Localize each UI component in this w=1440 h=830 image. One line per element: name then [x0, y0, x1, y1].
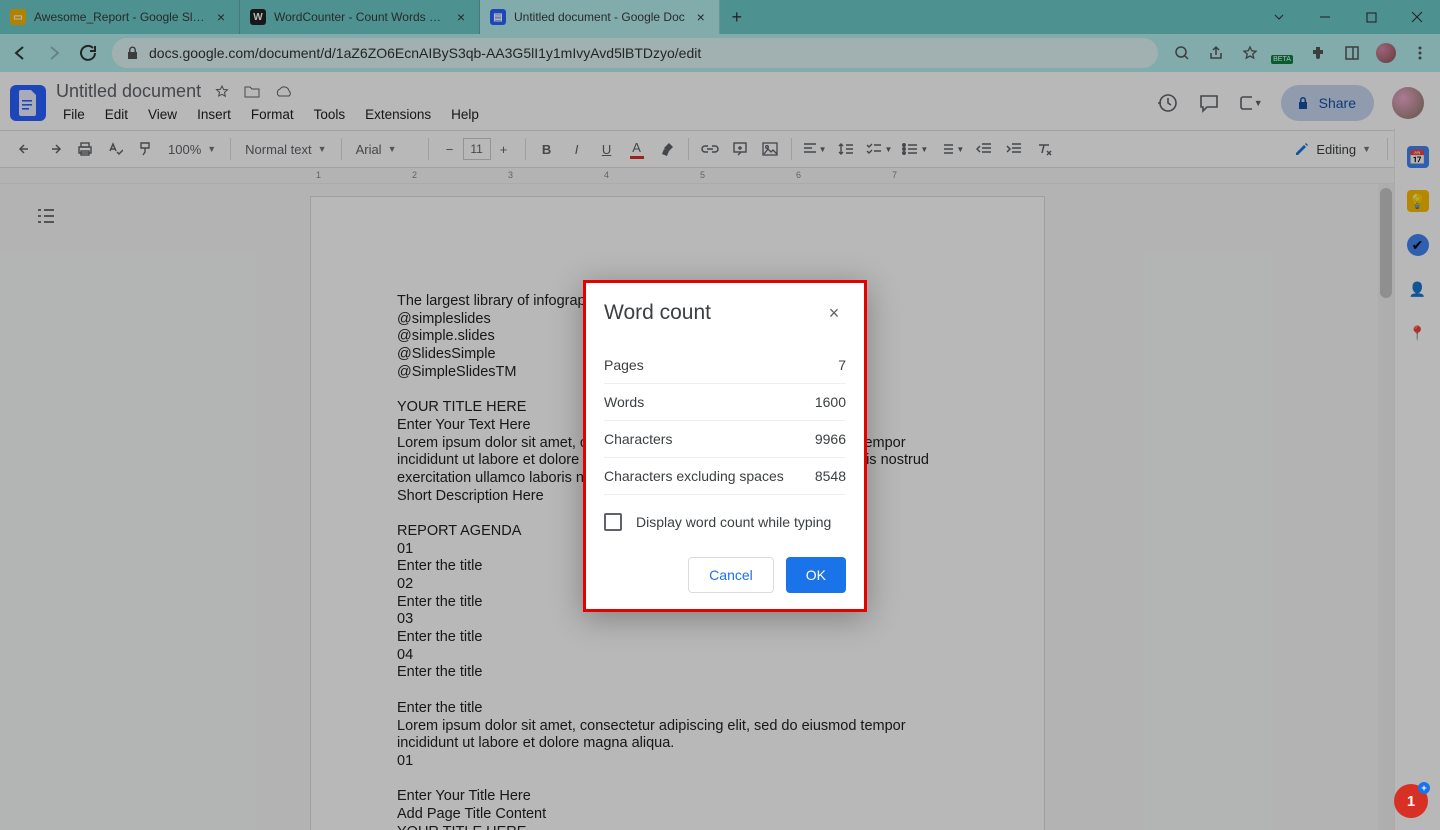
stat-label: Pages: [604, 357, 644, 373]
stat-value: 8548: [815, 468, 846, 484]
dialog-close-icon[interactable]: ×: [822, 303, 846, 324]
word-count-stat-row: Words 1600: [604, 384, 846, 421]
word-count-stat-row: Characters 9966: [604, 421, 846, 458]
chat-notification-badge[interactable]: 1 +: [1394, 784, 1428, 818]
word-count-stat-row: Characters excluding spaces 8548: [604, 458, 846, 495]
stat-value: 7: [838, 357, 846, 373]
cancel-button[interactable]: Cancel: [688, 557, 774, 593]
stat-label: Characters: [604, 431, 672, 447]
ok-button[interactable]: OK: [786, 557, 846, 593]
stat-value: 1600: [815, 394, 846, 410]
plus-badge-icon: +: [1418, 782, 1430, 794]
stat-value: 9966: [815, 431, 846, 447]
checkbox-label: Display word count while typing: [636, 514, 831, 530]
stat-label: Characters excluding spaces: [604, 468, 784, 484]
stat-label: Words: [604, 394, 644, 410]
display-while-typing-checkbox[interactable]: [604, 513, 622, 531]
word-count-dialog: Word count × Pages 7 Words 1600 Characters 99…: [583, 280, 867, 612]
dialog-title: Word count: [604, 301, 711, 325]
word-count-stat-row: Pages 7: [604, 347, 846, 384]
